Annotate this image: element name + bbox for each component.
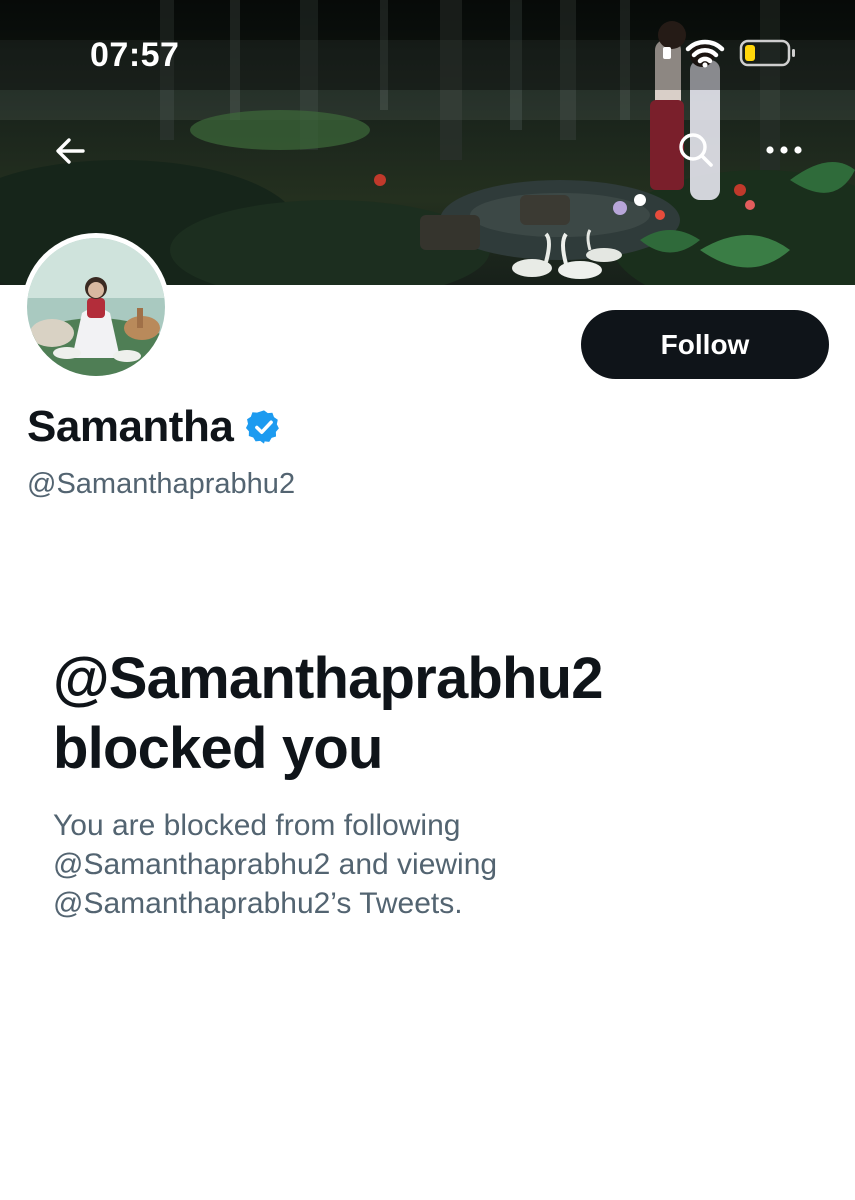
back-button[interactable] bbox=[42, 123, 98, 179]
wifi-icon bbox=[685, 39, 725, 68]
verified-badge-icon[interactable] bbox=[245, 408, 283, 446]
avatar-image bbox=[27, 238, 165, 376]
battery-icon bbox=[739, 39, 795, 67]
blocked-heading: @Samanthaprabhu2 blocked you bbox=[53, 644, 813, 784]
more-horizontal-icon bbox=[766, 146, 802, 154]
cellular-signal-icon bbox=[663, 47, 671, 59]
follow-button[interactable]: Follow bbox=[581, 310, 829, 379]
arrow-left-icon bbox=[56, 138, 85, 164]
more-options-button[interactable] bbox=[756, 122, 812, 178]
blocked-heading-line1: @Samanthaprabhu2 bbox=[53, 646, 604, 711]
blocked-heading-line2: blocked you bbox=[53, 716, 383, 781]
blocked-description: You are blocked from following @Samantha… bbox=[53, 809, 498, 920]
profile-name-row: Samantha bbox=[27, 402, 283, 452]
display-name: Samantha bbox=[27, 402, 234, 451]
status-bar-icons bbox=[663, 38, 797, 68]
search-icon bbox=[679, 133, 713, 167]
profile-handle: @Samanthaprabhu2 bbox=[27, 468, 296, 500]
status-bar-time: 07:57 bbox=[90, 36, 180, 74]
search-button[interactable] bbox=[668, 122, 724, 178]
profile-avatar[interactable] bbox=[22, 233, 170, 381]
